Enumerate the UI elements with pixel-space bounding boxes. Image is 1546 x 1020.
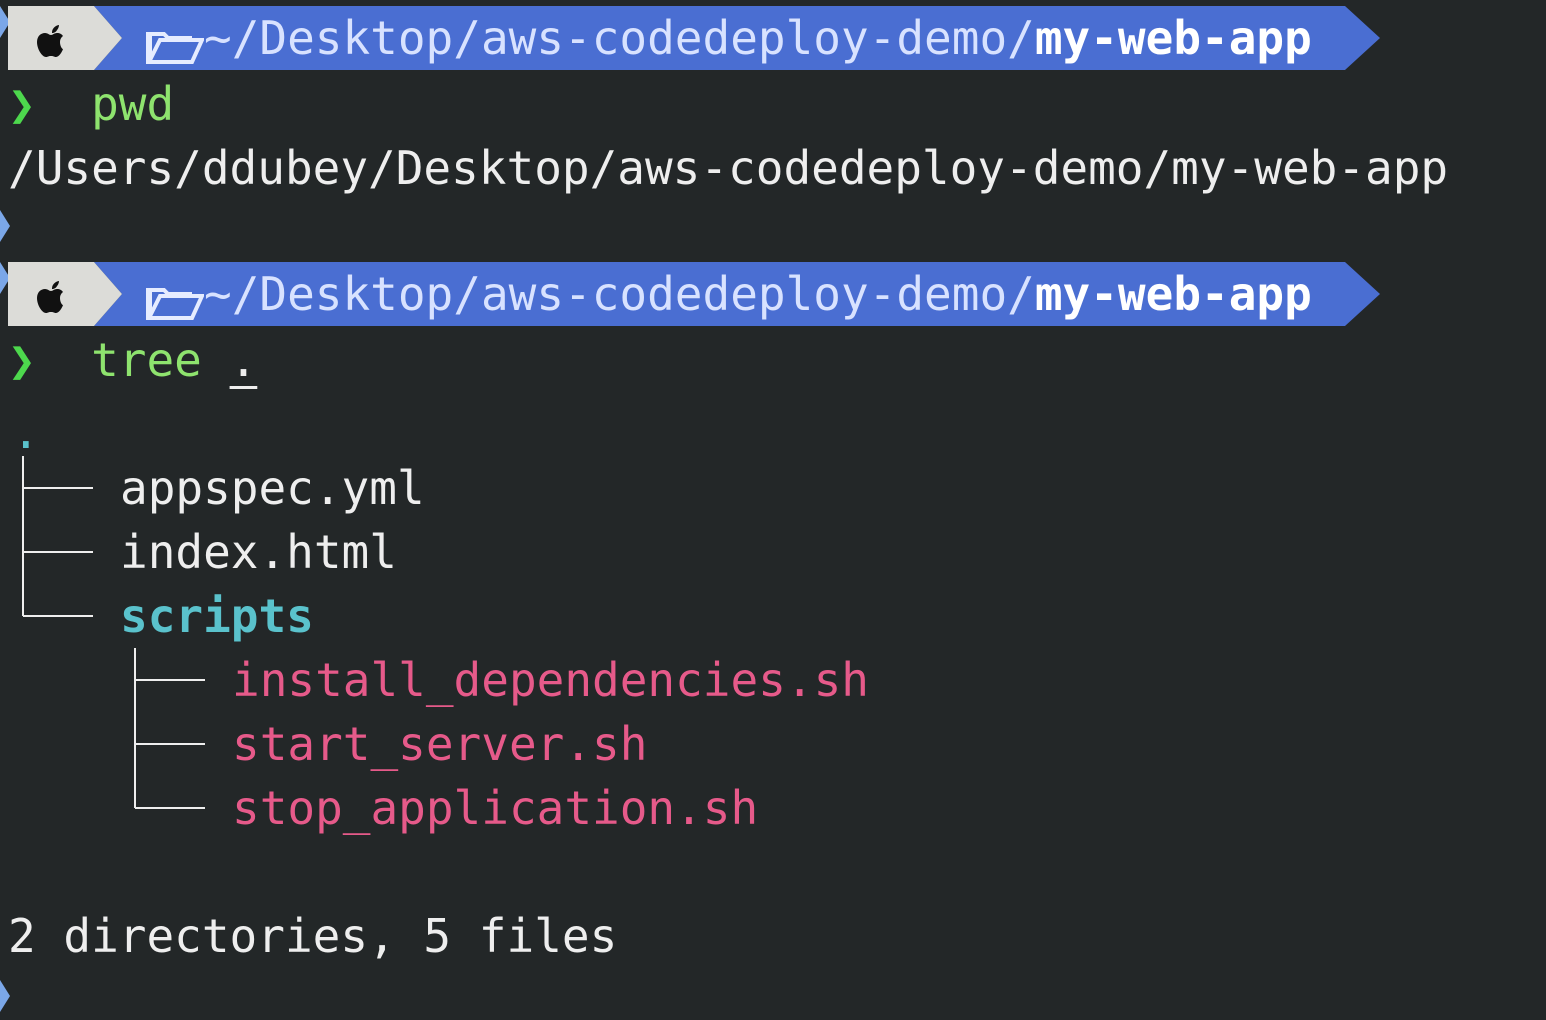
segment-chevron-icon <box>0 210 10 242</box>
prompt-arrow: ❯ <box>8 333 36 387</box>
prompt-arrow: ❯ <box>8 77 36 131</box>
segment-chevron-icon <box>0 980 10 1012</box>
command-arg: . <box>229 333 258 387</box>
command-line: ❯ tree . <box>8 328 257 392</box>
tree-entry-script: stop_application.sh <box>232 781 759 835</box>
folder-open-icon <box>146 288 204 320</box>
tree-entry-script: install_dependencies.sh <box>232 653 869 707</box>
tree-summary: 2 directories, 5 files <box>8 909 618 963</box>
command-line: ❯ pwd <box>8 72 174 136</box>
path-current-dir: my-web-app <box>1034 267 1312 321</box>
tree-root: . <box>12 405 40 459</box>
command-name: pwd <box>91 77 175 131</box>
folder-open-icon <box>146 32 204 64</box>
prompt-bar: ~/Desktop/aws-codedeploy-demo/my-web-app <box>0 262 1400 326</box>
tree-entry-file: appspec.yml <box>120 461 425 515</box>
path-prefix: ~/Desktop/aws-codedeploy-demo/ <box>204 11 1035 65</box>
apple-icon <box>37 25 63 57</box>
tree-entry-file: index.html <box>120 525 397 579</box>
prompt-path: ~/Desktop/aws-codedeploy-demo/my-web-app <box>204 262 1312 326</box>
pwd-output: /Users/ddubey/Desktop/aws-codedeploy-dem… <box>8 141 1449 195</box>
prompt-path: ~/Desktop/aws-codedeploy-demo/my-web-app <box>204 6 1312 70</box>
prompt-bar: ~/Desktop/aws-codedeploy-demo/my-web-app <box>0 6 1400 70</box>
apple-icon <box>37 281 63 313</box>
path-prefix: ~/Desktop/aws-codedeploy-demo/ <box>204 267 1035 321</box>
tree-entry-script: start_server.sh <box>232 717 648 771</box>
path-current-dir: my-web-app <box>1034 11 1312 65</box>
tree-entry-directory: scripts <box>120 589 314 643</box>
command-name: tree <box>91 333 202 387</box>
